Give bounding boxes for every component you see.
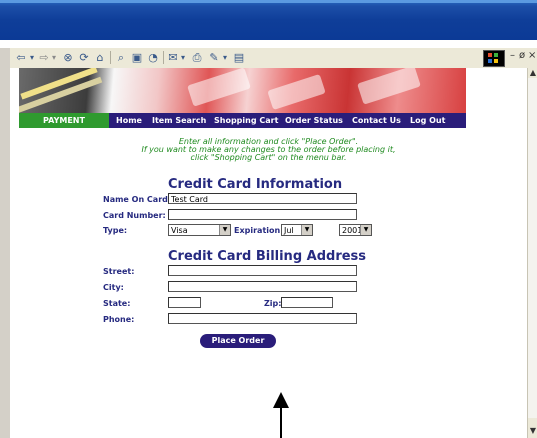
- zip-label: Zip:: [264, 299, 282, 308]
- windows-logo-icon: [483, 50, 505, 67]
- forward-arrow-icon[interactable]: ⇨: [37, 50, 51, 65]
- zip-field[interactable]: [281, 297, 333, 308]
- search-icon[interactable]: ⌕: [114, 50, 128, 65]
- minimize-icon[interactable]: –: [510, 50, 515, 61]
- vertical-scrollbar[interactable]: ▲ ▼: [527, 68, 537, 438]
- name-on-card-label: Name On Card:: [103, 195, 172, 204]
- expiration-month-value: Jul: [284, 226, 294, 235]
- card-number-field[interactable]: [168, 209, 357, 220]
- name-on-card-field[interactable]: Test Card: [168, 193, 357, 204]
- city-field[interactable]: [168, 281, 357, 292]
- nav-item-search[interactable]: Item Search: [152, 113, 206, 128]
- card-info-title: Credit Card Information: [168, 177, 343, 192]
- phone-label: Phone:: [103, 315, 135, 324]
- chevron-down-icon: ▼: [360, 225, 371, 235]
- forward-dropdown-icon[interactable]: ▾: [50, 50, 58, 65]
- stop-icon[interactable]: ⊗: [61, 50, 75, 65]
- restore-icon[interactable]: ø: [519, 50, 525, 61]
- close-icon[interactable]: ×: [528, 50, 536, 61]
- nav-home[interactable]: Home: [116, 113, 142, 128]
- page-content: PAYMENT Home Item Search Shopping Cart O…: [10, 68, 527, 438]
- nav-order-status[interactable]: Order Status: [285, 113, 343, 128]
- state-label: State:: [103, 299, 131, 308]
- back-arrow-icon[interactable]: ⇦: [14, 50, 28, 65]
- instruction-line-3: click "Shopping Cart" on the menu bar.: [190, 153, 347, 162]
- menu-bar: PAYMENT Home Item Search Shopping Cart O…: [19, 113, 466, 128]
- print-icon[interactable]: ⎙: [190, 50, 204, 65]
- mail-dropdown-icon[interactable]: ▾: [179, 50, 187, 65]
- nav-payment-label: PAYMENT: [19, 113, 109, 128]
- pointer-arrow-shaft: [280, 406, 282, 438]
- card-number-label: Card Number:: [103, 211, 166, 220]
- nav-contact-us[interactable]: Contact Us: [352, 113, 401, 128]
- edit-icon[interactable]: ✎: [207, 50, 221, 65]
- phone-field[interactable]: [168, 313, 357, 324]
- state-field[interactable]: [168, 297, 201, 308]
- discuss-icon[interactable]: ▤: [232, 50, 246, 65]
- place-order-button[interactable]: Place Order: [200, 334, 276, 348]
- chevron-down-icon: ▼: [219, 225, 230, 235]
- billing-address-title: Credit Card Billing Address: [168, 249, 367, 264]
- expiration-year-select[interactable]: 2001 ▼: [339, 224, 372, 236]
- street-field[interactable]: [168, 265, 357, 276]
- type-label: Type:: [103, 226, 128, 235]
- favorites-icon[interactable]: ▣: [130, 50, 144, 65]
- nav-shopping-cart[interactable]: Shopping Cart: [214, 113, 278, 128]
- left-frame-edge: [0, 48, 10, 438]
- card-type-select[interactable]: Visa ▼: [168, 224, 231, 236]
- home-icon[interactable]: ⌂: [93, 50, 107, 65]
- scroll-thumb[interactable]: [528, 78, 537, 418]
- city-label: City:: [103, 283, 124, 292]
- mail-icon[interactable]: ✉: [166, 50, 180, 65]
- card-type-value: Visa: [171, 226, 188, 235]
- window-title-bar: [0, 0, 537, 40]
- browser-toolbar: ⇦ ▾ ⇨ ▾ ⊗ ⟳ ⌂ ⌕ ▣ ◔ ✉ ▾ ⎙ ✎ ▾ ▤ – ø ×: [10, 48, 537, 69]
- chevron-down-icon: ▼: [301, 225, 312, 235]
- refresh-icon[interactable]: ⟳: [77, 50, 91, 65]
- street-label: Street:: [103, 267, 135, 276]
- header-banner-image: [19, 68, 466, 113]
- edit-dropdown-icon[interactable]: ▾: [221, 50, 229, 65]
- scroll-up-icon[interactable]: ▲: [528, 68, 537, 78]
- expiration-month-select[interactable]: Jul ▼: [281, 224, 313, 236]
- scroll-down-icon[interactable]: ▼: [528, 426, 537, 436]
- back-dropdown-icon[interactable]: ▾: [28, 50, 36, 65]
- history-icon[interactable]: ◔: [146, 50, 160, 65]
- expiration-label: Expiration:: [234, 226, 284, 235]
- nav-log-out[interactable]: Log Out: [410, 113, 445, 128]
